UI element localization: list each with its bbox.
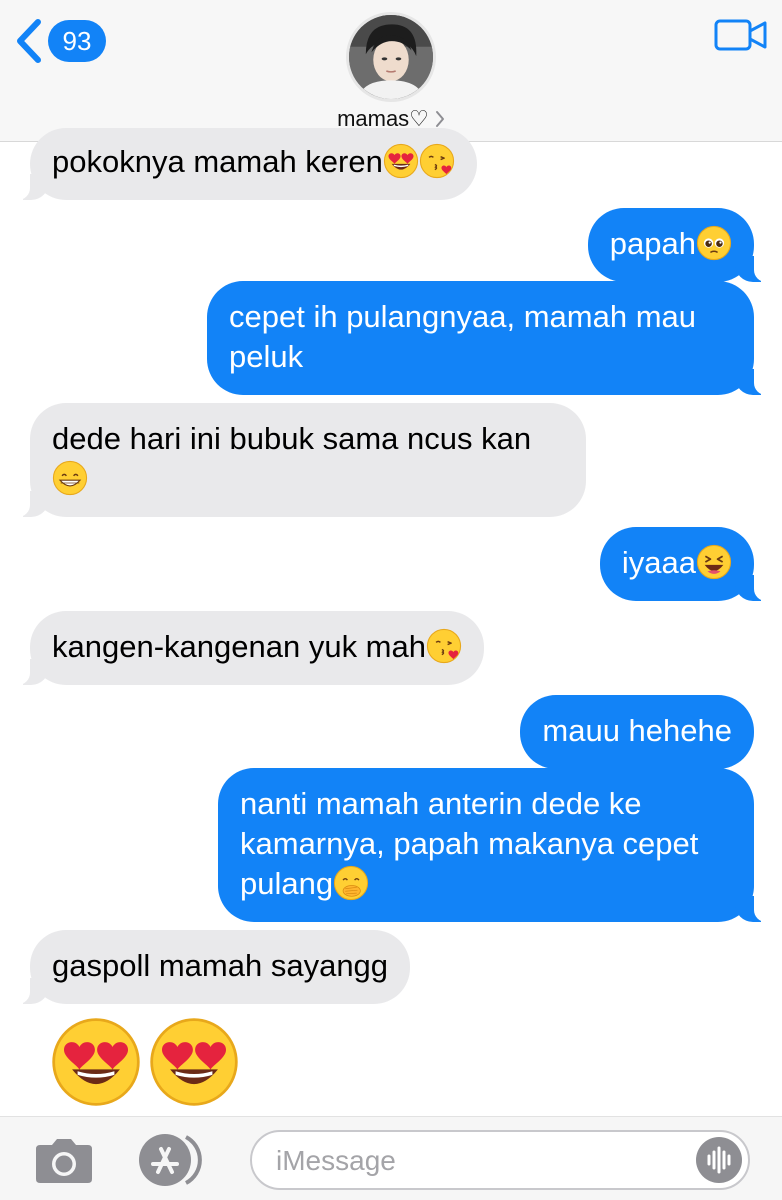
message-bubble-outgoing[interactable]: iyaaa: [599, 527, 772, 601]
message-text: dede hari ini bubuk sama ncus kan: [52, 421, 532, 456]
laughing-face-emoji-icon: [696, 544, 732, 580]
message-text: mauu hehehe: [542, 713, 732, 748]
video-camera-icon: [714, 19, 767, 51]
message-text: nanti mamah anterin dede ke kamarnya, pa…: [240, 786, 699, 901]
kiss-emoji-icon: [426, 628, 462, 664]
message-text: gaspoll mamah sayangg: [52, 948, 389, 983]
unread-count-badge: 93: [48, 20, 106, 62]
heart-eyes-emoji-icon: [148, 1016, 240, 1108]
camera-icon: [36, 1139, 92, 1183]
pleading-face-emoji-icon: [696, 225, 732, 261]
message-bubble-incoming[interactable]: dede hari ini bubuk sama ncus kan: [13, 403, 586, 517]
message-text: kangen-kangenan yuk mah: [52, 629, 426, 664]
hand-over-mouth-emoji-icon: [333, 865, 369, 901]
conversation-header: 93 mamas♡: [0, 0, 782, 142]
video-call-button[interactable]: [714, 18, 768, 52]
message-bubble-incoming[interactable]: gaspoll mamah sayangg: [12, 930, 411, 1004]
chevron-left-icon: [17, 19, 41, 63]
app-drawer-button[interactable]: [136, 1131, 210, 1189]
heart-eyes-emoji-icon: [383, 143, 419, 179]
grinning-face-emoji-icon: [52, 460, 88, 496]
message-bubble-incoming[interactable]: kangen-kangenan yuk mah: [13, 611, 484, 685]
imessage-input[interactable]: [276, 1142, 676, 1180]
contact-avatar[interactable]: [346, 12, 436, 102]
message-bubble-incoming[interactable]: pokoknya mamah keren: [13, 128, 477, 200]
composer-bar: [0, 1116, 782, 1200]
camera-button[interactable]: [32, 1137, 96, 1185]
avatar-photo: [349, 15, 433, 99]
message-bubble-outgoing[interactable]: cepet ih pulangnyaa, mamah mau peluk: [207, 281, 771, 395]
chevron-right-icon: [435, 111, 444, 127]
audio-message-button[interactable]: [696, 1137, 742, 1183]
message-text: pokoknya mamah keren: [52, 144, 383, 179]
emoji-only-message[interactable]: [50, 1016, 240, 1108]
message-text: cepet ih pulangnyaa, mamah mau peluk: [229, 299, 697, 374]
app-store-icon: [139, 1134, 202, 1186]
message-bubble-outgoing[interactable]: mauu hehehe: [520, 695, 754, 769]
imessage-input-wrapper: [250, 1130, 750, 1190]
message-text: papah: [609, 226, 696, 261]
heart-eyes-emoji-icon: [50, 1016, 142, 1108]
message-text: iyaaa: [621, 545, 696, 580]
message-bubble-outgoing[interactable]: nanti mamah anterin dede ke kamarnya, pa…: [218, 768, 771, 922]
back-button[interactable]: 93: [14, 18, 106, 64]
message-bubble-outgoing[interactable]: papah: [587, 208, 772, 282]
audio-waveform-icon: [707, 1146, 731, 1174]
kiss-emoji-icon: [419, 143, 455, 179]
